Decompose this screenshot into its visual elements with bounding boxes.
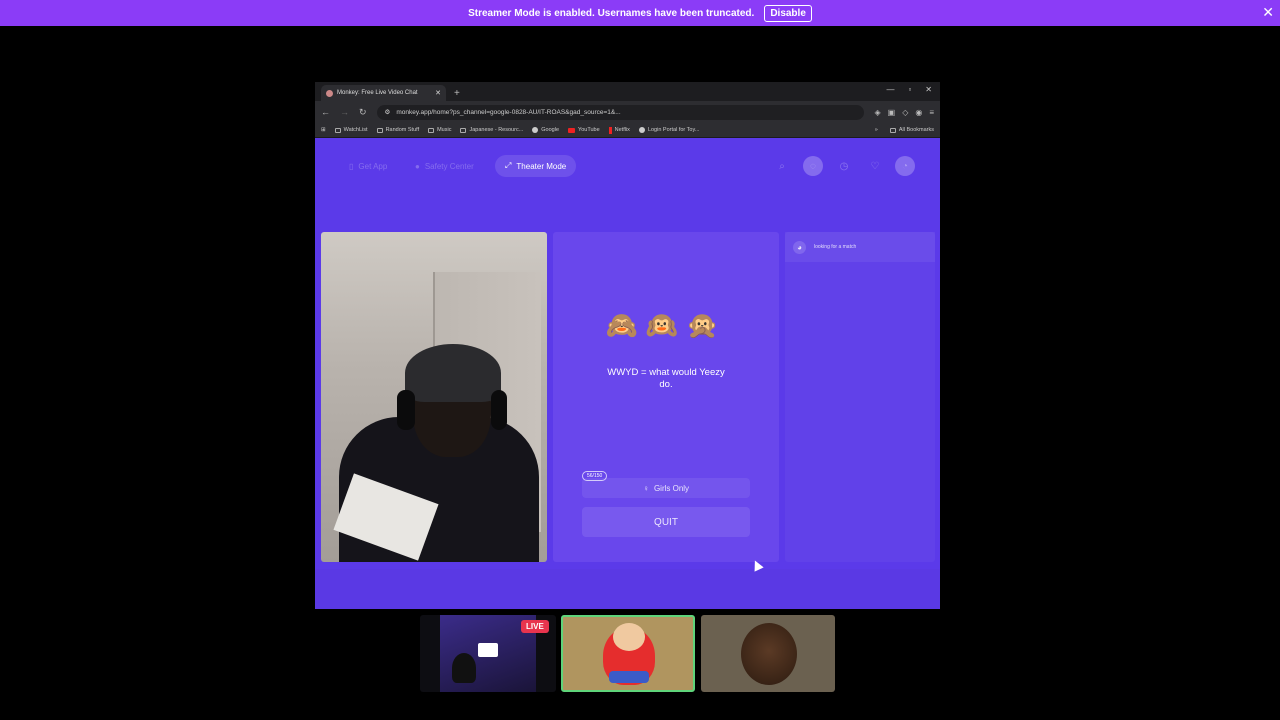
get-app-link[interactable]: ▯ Get App <box>339 155 397 177</box>
back-icon[interactable]: ← <box>321 107 330 117</box>
menu-icon[interactable]: ≡ <box>929 108 934 117</box>
close-icon[interactable]: ✕ <box>1262 4 1274 21</box>
filter-icon: ♀ <box>642 483 649 493</box>
monkey-avatar-icon: ◕ <box>793 240 806 254</box>
safety-center-link[interactable]: ● Safety Center <box>405 155 484 177</box>
bookmark-item[interactable]: WatchList <box>334 127 368 133</box>
bookmark-item[interactable]: Netflix <box>608 126 630 134</box>
more-bookmarks-icon[interactable]: » <box>875 127 878 133</box>
match-panel: 🙈🙉🙊 WWYD = what would Yeezy do. ♀ Girls … <box>553 232 779 562</box>
site-info-icon[interactable]: ⚙ <box>385 108 391 116</box>
folder-icon <box>428 127 435 133</box>
shared-screen: Monkey: Free Live Video Chat ✕ + — ▫ ✕ ←… <box>315 82 940 609</box>
participant-tile[interactable] <box>701 615 835 692</box>
girls-only-button[interactable]: ♀ Girls Only <box>582 478 750 498</box>
all-bookmarks[interactable]: All Bookmarks <box>889 127 934 133</box>
bookmark-item[interactable]: Google <box>532 127 559 133</box>
globe-icon <box>638 127 645 133</box>
quit-button[interactable]: QUIT <box>582 507 750 537</box>
shield-icon: ● <box>415 161 420 171</box>
bookmark-item[interactable]: Japanese - Resourc... <box>460 127 523 133</box>
self-camera-feed <box>321 232 547 562</box>
chat-panel: ◕ looking for a match <box>785 232 935 562</box>
browser-tab[interactable]: Monkey: Free Live Video Chat ✕ <box>321 85 446 101</box>
extension-icon[interactable]: ▣ <box>888 108 896 117</box>
bookmark-item[interactable]: Music <box>428 127 451 133</box>
theater-mode-button[interactable]: ⤢ Theater Mode <box>495 155 577 177</box>
monkey-favicon-icon <box>326 89 333 97</box>
bookmark-item[interactable]: YouTube <box>568 127 600 133</box>
coin-icon[interactable]: ◌ <box>803 156 823 176</box>
cartoon-avatar <box>603 623 655 685</box>
bookmark-item[interactable]: Login Portal for Toy... <box>638 127 699 133</box>
extension-icons: ◈ ▣ ◇ ◉ ≡ <box>874 108 934 117</box>
chat-status: ◕ looking for a match <box>785 232 935 262</box>
folder-icon <box>376 127 383 133</box>
folder-icon <box>460 127 467 133</box>
heart-icon[interactable]: ♡ <box>865 156 885 176</box>
bookmark-item[interactable]: Random Stuff <box>376 127 419 133</box>
extension-icon[interactable]: ◈ <box>874 108 880 117</box>
disable-button[interactable]: Disable <box>764 4 812 22</box>
participant-tile-screenshare[interactable]: LIVE <box>420 615 556 692</box>
live-badge: LIVE <box>521 620 549 633</box>
participant-tile-active[interactable] <box>561 615 695 692</box>
window-controls: — ▫ ✕ <box>886 85 932 94</box>
monkey-emoji-icons: 🙈🙉🙊 <box>605 310 727 340</box>
monkey-site: ▯ Get App ● Safety Center ⤢ Theater Mode… <box>315 138 940 609</box>
bookmarks-bar: ⊞ WatchList Random Stuff Music Japanese … <box>315 123 940 138</box>
google-icon <box>532 127 539 133</box>
reload-icon[interactable]: ↻ <box>359 107 367 118</box>
durag <box>405 344 501 402</box>
profile-icon[interactable]: ◉ <box>915 108 922 117</box>
browser-toolbar: ← → ↻ ⚙ monkey.app/home?ps_channel=googl… <box>315 101 940 123</box>
site-footer <box>315 569 940 609</box>
minimize-icon[interactable]: — <box>886 85 894 94</box>
match-counter-badge: 56/150 <box>582 471 608 481</box>
site-nav: ▯ Get App ● Safety Center ⤢ Theater Mode… <box>315 138 940 193</box>
browser-tab-strip: Monkey: Free Live Video Chat ✕ + — ▫ ✕ <box>315 82 940 101</box>
forward-icon[interactable]: → <box>340 107 349 117</box>
streamer-mode-banner: Streamer Mode is enabled. Usernames have… <box>0 0 1280 26</box>
profile-avatar[interactable]: ◔ <box>895 156 915 176</box>
headset-right <box>491 390 507 430</box>
new-tab-button[interactable]: + <box>454 88 460 99</box>
history-icon[interactable]: ◷ <box>834 156 854 176</box>
folder-icon <box>334 127 341 133</box>
expand-icon: ⤢ <box>505 161 512 170</box>
person-thumbnail <box>452 653 476 683</box>
screen-share-icon <box>478 643 498 657</box>
phone-icon: ▯ <box>349 161 354 171</box>
youtube-icon <box>568 127 576 133</box>
address-bar[interactable]: ⚙ monkey.app/home?ps_channel=google-0828… <box>376 104 865 120</box>
maximize-icon[interactable]: ▫ <box>908 85 911 94</box>
headset-left <box>397 390 415 430</box>
netflix-icon <box>608 126 612 134</box>
banner-message: Streamer Mode is enabled. Usernames have… <box>468 7 755 19</box>
tab-title: Monkey: Free Live Video Chat <box>337 90 418 96</box>
search-icon[interactable]: ⌕ <box>772 156 792 176</box>
url-text: monkey.app/home?ps_channel=google-0828-A… <box>396 108 621 116</box>
window-close-icon[interactable]: ✕ <box>925 85 932 94</box>
folder-icon <box>889 127 896 133</box>
participant-avatar <box>741 623 797 685</box>
tab-close-icon[interactable]: ✕ <box>435 89 441 97</box>
apps-icon[interactable]: ⊞ <box>321 127 326 133</box>
tagline: WWYD = what would Yeezy do. <box>607 367 725 390</box>
extension-icon[interactable]: ◇ <box>902 108 908 117</box>
